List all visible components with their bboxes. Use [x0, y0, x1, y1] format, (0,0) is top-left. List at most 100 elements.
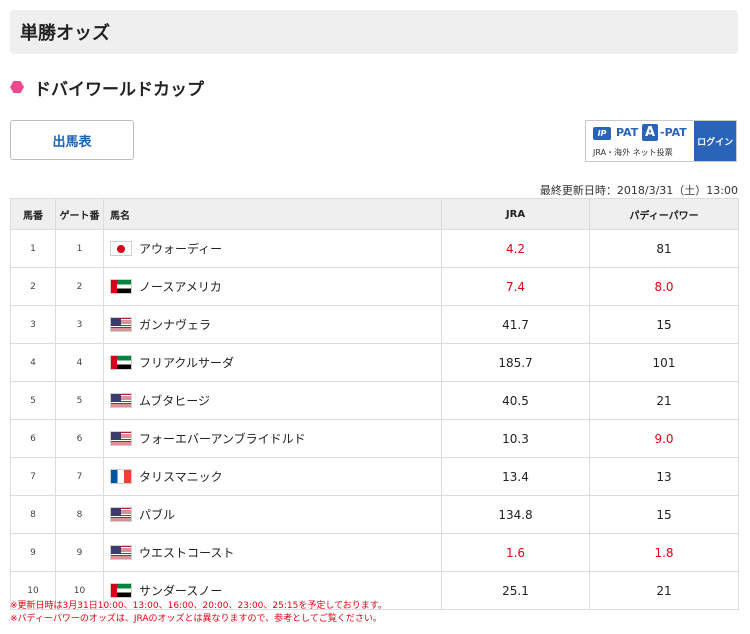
entries-button-label: 出馬表 — [52, 134, 92, 150]
horse-name-cell: ノースアメリカ — [103, 267, 442, 306]
buddy-power-odds-cell: 21 — [589, 381, 739, 420]
buddy-power-odds-cell: 8.0 — [589, 267, 739, 306]
pat-link[interactable]: IP PAT A -PAT JRA・海外 ネット投票 — [586, 121, 694, 161]
us-flag-icon — [110, 545, 132, 560]
horse-no-cell: 7 — [10, 457, 56, 496]
table-row: 9 9 ウエストコースト 1.6 1.8 — [10, 533, 739, 572]
odds-table: 馬番 ゲート番 馬名 JRA パディーパワー 1 1 アウォーディー 4.2 81 2 2 ノ… — [10, 198, 739, 610]
horse-name-cell: フリアクルサーダ — [103, 343, 442, 382]
table-row: 1 1 アウォーディー 4.2 81 — [10, 229, 739, 268]
jra-odds-cell: 41.7 — [441, 305, 590, 344]
buddy-power-odds-cell: 1.8 — [589, 533, 739, 572]
us-flag-icon — [110, 317, 132, 332]
jra-odds-cell: 4.2 — [441, 229, 590, 268]
hexagon-icon — [10, 81, 24, 93]
buddy-power-odds-cell: 15 — [589, 495, 739, 534]
horse-no-cell: 1 — [10, 229, 56, 268]
table-row: 8 8 パブル 134.8 15 — [10, 495, 739, 534]
fr-flag-icon — [110, 469, 132, 484]
us-flag-icon — [110, 393, 132, 408]
horse-name-cell: ガンナヴェラ — [103, 305, 442, 344]
horse-no-cell: 8 — [10, 495, 56, 534]
gate-no-cell: 8 — [55, 495, 104, 534]
gate-no-cell: 7 — [55, 457, 104, 496]
horse-name: フォーエバーアンブライドルド — [139, 432, 306, 446]
jra-odds-cell: 25.1 — [441, 571, 590, 610]
us-flag-icon — [110, 431, 132, 446]
gate-no-cell: 2 — [55, 267, 104, 306]
horse-name-cell: アウォーディー — [103, 229, 442, 268]
table-row: 33 ガンナヴェラ 41.7 15 — [10, 305, 739, 344]
buddy-power-odds-cell: 9.0 — [589, 419, 739, 458]
jra-odds-cell: 7.4 — [441, 267, 590, 306]
ae-flag-icon — [110, 355, 132, 370]
horse-name: ウエストコースト — [139, 546, 235, 560]
login-button[interactable]: ログイン — [694, 121, 736, 161]
gate-no-header: ゲート番 — [55, 198, 104, 230]
jra-odds-cell: 134.8 — [441, 495, 590, 534]
jra-odds-cell: 10.3 — [441, 419, 590, 458]
table-row: 2 2 ノースアメリカ 7.4 8.0 — [10, 267, 739, 306]
horse-no-cell: 5 — [10, 381, 56, 420]
gate-no-cell: 1 — [55, 229, 104, 268]
ipat-logo-icon: IP — [593, 127, 611, 140]
notes: ※更新日時は3月31日10:00、13:00、16:00、20:00、23:00… — [10, 600, 387, 626]
jra-odds-cell: 13.4 — [441, 457, 590, 496]
horse-no-cell: 4 — [10, 343, 56, 382]
horse-name-cell: パブル — [103, 495, 442, 534]
gate-no-cell: 5 — [55, 381, 104, 420]
table-row: 7 7 タリスマニック 13.4 13 — [10, 457, 739, 496]
horse-name-cell: フォーエバーアンブライドルド — [103, 419, 442, 458]
entries-button[interactable]: 出馬表 — [10, 120, 134, 160]
jra-odds-cell: 1.6 — [441, 533, 590, 572]
horse-name: ムブタヒージ — [139, 394, 211, 408]
horse-name: パブル — [139, 508, 176, 522]
note-odds-disclaimer: ※パディーパワーのオッズは、JRAのオッズとは異なりますので、参考としてご覧くだ… — [10, 614, 382, 624]
buddy-power-odds-cell: 81 — [589, 229, 739, 268]
apat-label: -PAT — [660, 126, 687, 139]
gate-no-cell: 9 — [55, 533, 104, 572]
pat-label: PAT — [616, 126, 639, 139]
horse-no-cell: 9 — [10, 533, 56, 572]
horse-name-cell: タリスマニック — [103, 457, 442, 496]
buddy-power-odds-cell: 101 — [589, 343, 739, 382]
horse-name: フリアクルサーダ — [139, 356, 235, 370]
buddy-power-odds-cell: 13 — [589, 457, 739, 496]
note-update-schedule: ※更新日時は3月31日10:00、13:00、16:00、20:00、23:00… — [10, 601, 387, 611]
table-row: 6 6 フォーエバーアンブライドルド 10.3 9.0 — [10, 419, 739, 458]
page-title-bar: 単勝オッズ — [10, 10, 738, 54]
horse-no-header: 馬番 — [10, 198, 56, 230]
horse-name-cell: ウエストコースト — [103, 533, 442, 572]
race-name: ドバイワールドカップ — [34, 79, 204, 100]
horse-name-cell: ムブタヒージ — [103, 381, 442, 420]
page-title: 単勝オッズ — [20, 23, 110, 44]
horse-name-header: 馬名 — [103, 198, 442, 230]
table-header-row: 馬番 ゲート番 馬名 JRA パディーパワー — [10, 198, 739, 230]
horse-name: ガンナヴェラ — [139, 318, 212, 332]
horse-no-cell: 6 — [10, 419, 56, 458]
horse-no-cell: 3 — [10, 305, 56, 344]
pat-banner[interactable]: IP PAT A -PAT JRA・海外 ネット投票 ログイン — [585, 120, 737, 162]
buddy-power-odds-cell: 21 — [589, 571, 739, 610]
jra-odds-header: JRA — [441, 198, 590, 230]
jp-flag-icon — [110, 241, 132, 256]
us-flag-icon — [110, 507, 132, 522]
login-button-label: ログイン — [697, 137, 734, 148]
odds-table-body: 1 1 アウォーディー 4.2 81 2 2 ノースアメリカ 7.4 8.0 3 3 ガンナヴェラ 41… — [10, 229, 739, 610]
jra-odds-cell: 185.7 — [441, 343, 590, 382]
ae-flag-icon — [110, 279, 132, 294]
horse-name: ノースアメリカ — [139, 280, 222, 294]
horse-name: サンダースノー — [139, 584, 223, 598]
table-row: 5 5 ムブタヒージ 40.5 21 — [10, 381, 739, 420]
buddy-power-odds-header: パディーパワー — [589, 198, 739, 230]
gate-no-cell: 6 — [55, 419, 104, 458]
last-updated: 最終更新日時：2018/3/31（土）13:00 — [539, 184, 738, 197]
jra-odds-cell: 40.5 — [441, 381, 590, 420]
horse-name: アウォーディー — [139, 242, 223, 256]
horse-no-cell: 2 — [10, 267, 56, 306]
ae-flag-icon — [110, 583, 132, 598]
buddy-power-odds-cell: 15 — [589, 305, 739, 344]
race-title: ドバイワールドカップ — [10, 74, 204, 100]
gate-no-cell: 3 — [55, 305, 104, 344]
gate-no-cell: 4 — [55, 343, 104, 382]
